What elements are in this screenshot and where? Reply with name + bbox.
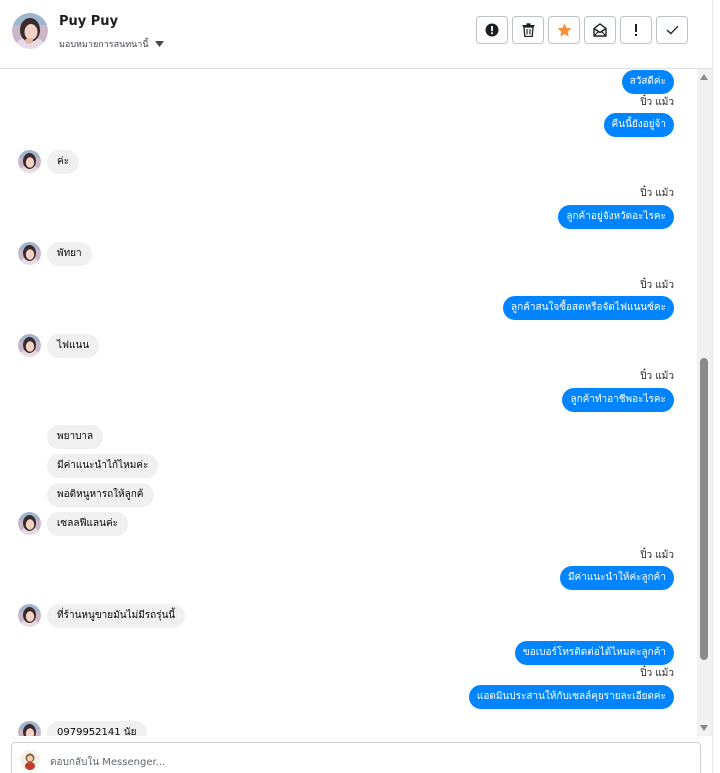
reply-composer[interactable]: ตอบกลับใน Messenger...	[11, 742, 701, 773]
incoming-message-bubble[interactable]: พอดิหนูหารถให้ลูกค้	[47, 483, 154, 507]
message-row: มีค่าแนะนำให้ค่ะลูกค้า	[0, 566, 697, 590]
mark-spam-button[interactable]	[476, 16, 508, 44]
sender-name: ปิ๋ว แม้ว	[640, 550, 674, 561]
sender-name: ปิ๋ว แม้ว	[640, 371, 674, 382]
incoming-message-bubble[interactable]: พัทยา	[47, 242, 92, 266]
incoming-message-bubble[interactable]: เซลลฟีแลนค่ะ	[47, 512, 129, 536]
incoming-message-bubble[interactable]: ค่ะ	[47, 150, 80, 174]
message-row: พยาบาล	[0, 425, 697, 449]
exclamation-icon	[635, 24, 637, 36]
incoming-message-bubble[interactable]: ไฟแนน	[47, 334, 100, 358]
sender-name: ปิ๋ว แม้ว	[640, 97, 674, 108]
my-avatar	[20, 750, 40, 770]
star-button[interactable]	[548, 16, 580, 44]
assign-conversation-dropdown[interactable]: มอบหมายการสนทนานี้	[59, 37, 165, 51]
contact-avatar-small	[18, 334, 41, 357]
outgoing-message-bubble[interactable]: แอดมินประสานให้กับเซลล์คุยรายละเอียดค่ะ	[468, 685, 674, 709]
outgoing-message-bubble[interactable]: สวัสดีค่ะ	[621, 70, 674, 94]
incoming-message-bubble[interactable]: พยาบาล	[47, 425, 104, 449]
incoming-message-bubble[interactable]: 0979952141 นัย	[47, 721, 147, 736]
envelope-icon	[593, 23, 607, 37]
trash-icon	[522, 23, 534, 37]
message-row: ลูกค้าอยู่จังหวัดอะไรคะ	[0, 205, 697, 229]
check-icon	[666, 25, 678, 35]
scroll-down-arrow-icon[interactable]	[700, 725, 708, 731]
message-row: ที่ร้านหนูขายมันไม่มีรถรุ่นนี้	[0, 604, 697, 628]
outgoing-message-bubble[interactable]: มีค่าแนะนำให้ค่ะลูกค้า	[559, 566, 674, 590]
contact-avatar[interactable]	[12, 13, 48, 49]
contact-avatar-small	[18, 604, 41, 627]
delete-button[interactable]	[512, 16, 544, 44]
star-icon	[557, 23, 571, 37]
contact-avatar-small	[18, 721, 41, 736]
conversation-actions	[476, 16, 688, 44]
messenger-inbox: Puy Puy มอบหมายการสนทนานี้ สวัสดีค่ะ ปิ๋…	[0, 0, 720, 773]
alert-circle-icon	[485, 23, 499, 37]
message-row: คืนนี้ยังอยู่จ้า	[0, 113, 697, 137]
message-row: 0979952141 นัย	[0, 721, 697, 736]
contact-avatar-small	[18, 150, 41, 173]
follow-up-button[interactable]	[620, 16, 652, 44]
message-row: มีค่าแนะนำไก้ไหมค่ะ	[0, 454, 697, 478]
reply-input[interactable]: ตอบกลับใน Messenger...	[50, 755, 165, 770]
message-thread: สวัสดีค่ะ ปิ๋ว แม้ว คืนนี้ยังอยู่จ้า ค่ะ ปิ๋…	[0, 69, 697, 736]
assign-label: มอบหมายการสนทนานี้	[59, 40, 149, 50]
mark-unread-button[interactable]	[584, 16, 616, 44]
message-row: พอดิหนูหารถให้ลูกค้	[0, 483, 697, 507]
message-row: ลูกค้าทำอาชีพอะไรคะ	[0, 388, 697, 412]
outgoing-message-bubble[interactable]: คืนนี้ยังอยู่จ้า	[603, 113, 674, 137]
message-row: ขอเบอร์โทรติดต่อได้ไหมคะลูกค้า	[0, 641, 697, 665]
outgoing-message-bubble[interactable]: ลูกค้าอยู่จังหวัดอะไรคะ	[558, 205, 674, 229]
page-edge	[712, 0, 720, 773]
message-row: พัทยา	[0, 242, 697, 266]
contact-avatar-small	[18, 512, 41, 535]
outgoing-message-bubble[interactable]: ลูกค้าทำอาชีพอะไรคะ	[562, 388, 674, 412]
incoming-message-bubble[interactable]: มีค่าแนะนำไก้ไหมค่ะ	[47, 454, 159, 478]
scroll-up-arrow-icon[interactable]	[700, 74, 708, 80]
contact-name[interactable]: Puy Puy	[59, 14, 118, 29]
sender-name: ปิ๋ว แม้ว	[640, 280, 674, 291]
scroll-thumb[interactable]	[700, 358, 708, 660]
message-row: ไฟแนน	[0, 334, 697, 358]
incoming-message-bubble[interactable]: ที่ร้านหนูขายมันไม่มีรถรุ่นนี้	[47, 604, 186, 628]
sender-name: ปิ๋ว แม้ว	[640, 668, 674, 679]
thread-scrollbar[interactable]	[697, 69, 712, 736]
mark-done-button[interactable]	[656, 16, 688, 44]
sender-name: ปิ๋ว แม้ว	[640, 188, 674, 199]
message-row: แอดมินประสานให้กับเซลล์คุยรายละเอียดค่ะ	[0, 685, 697, 709]
message-row: เซลลฟีแลนค่ะ	[0, 512, 697, 536]
contact-avatar-small	[18, 242, 41, 265]
message-row: ค่ะ	[0, 150, 697, 174]
outgoing-message-bubble[interactable]: ลูกค้าสนใจซื้อสดหรือจัดไฟแนนซ์คะ	[503, 296, 674, 320]
message-row: สวัสดีค่ะ	[0, 70, 697, 94]
caret-down-icon	[155, 40, 165, 50]
outgoing-message-bubble[interactable]: ขอเบอร์โทรติดต่อได้ไหมคะลูกค้า	[514, 641, 674, 665]
message-row: ลูกค้าสนใจซื้อสดหรือจัดไฟแนนซ์คะ	[0, 296, 697, 320]
conversation-header: Puy Puy มอบหมายการสนทนานี้	[0, 0, 712, 69]
